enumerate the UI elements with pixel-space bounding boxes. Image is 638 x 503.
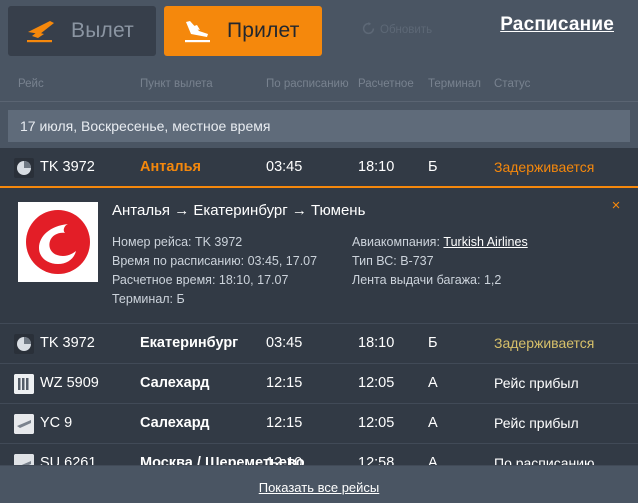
cell-terminal: Б	[428, 335, 438, 351]
flight-detail-panel: × Анталья → Екатеринбург → Тюмень Номер …	[0, 188, 638, 324]
cell-estimated: 12:05	[358, 375, 395, 391]
airline-logo-icon	[14, 454, 34, 465]
footer: Показать все рейсы	[0, 472, 638, 503]
cell-terminal: А	[428, 455, 438, 466]
schedule-link[interactable]: Расписание	[500, 14, 614, 36]
show-all-flights-link[interactable]: Показать все рейсы	[259, 480, 380, 495]
cell-flight: SU 6261	[40, 455, 97, 466]
airline-logo-icon	[14, 158, 34, 178]
cell-scheduled: 12:15	[266, 375, 303, 391]
airline-logo-icon	[14, 334, 34, 354]
cell-estimated: 12:58	[358, 455, 395, 466]
table-row[interactable]: SU 6261 Москва / Шереметьево 12:10 12:58…	[0, 444, 638, 466]
cell-status: Рейс прибыл	[494, 375, 579, 391]
cell-destination: Салехард	[140, 415, 210, 431]
detail-scheduled-time: Время по расписанию: 03:45, 17.07	[112, 254, 318, 268]
flight-list: TK 3972 Анталья 03:45 18:10 Б Задерживае…	[0, 148, 638, 466]
arrival-plane-icon	[180, 16, 216, 46]
cell-status: Задерживается	[494, 159, 595, 175]
close-icon[interactable]: ×	[608, 198, 624, 214]
detail-terminal: Терминал: Б	[112, 292, 185, 306]
airline-logo-icon	[14, 374, 34, 394]
table-row[interactable]: YC 9 Салехард 12:15 12:05 А Рейс прибыл	[0, 404, 638, 444]
column-header-origin: Пункт вылета	[140, 78, 213, 90]
cell-status: Задерживается	[494, 335, 595, 351]
cell-flight: WZ 5909	[40, 375, 99, 391]
refresh-icon	[362, 22, 375, 38]
cell-estimated: 12:05	[358, 415, 395, 431]
refresh-button[interactable]: Обновить	[362, 22, 432, 38]
date-bar: 17 июля, Воскресенье, местное время	[8, 110, 630, 142]
detail-left-column: Номер рейса: TK 3972 Время по расписанию…	[112, 233, 352, 309]
cell-destination: Анталья	[140, 159, 201, 175]
column-header-estimated: Расчетное	[358, 78, 414, 90]
cell-destination: Салехард	[140, 375, 210, 391]
tab-arrivals[interactable]: Прилет	[163, 6, 322, 56]
column-headers: Рейс Пункт вылета По расписанию Расчетно…	[0, 70, 638, 102]
detail-baggage-belt: Лента выдачи багажа: 1,2	[352, 273, 502, 287]
flight-board-app: Вылет Прилет Обновить Расписание Рейс Пу…	[0, 0, 638, 503]
detail-estimated-time: Расчетное время: 18:10, 17.07	[112, 273, 289, 287]
airline-logo-large-icon	[18, 202, 98, 282]
table-row[interactable]: TK 3972 Екатеринбург 03:45 18:10 Б Задер…	[0, 324, 638, 364]
cell-flight: YC 9	[40, 415, 73, 431]
tab-departures-label: Вылет	[71, 19, 134, 42]
cell-scheduled: 03:45	[266, 159, 303, 175]
cell-scheduled: 03:45	[266, 335, 303, 351]
departure-plane-icon	[24, 16, 60, 46]
tab-arrivals-label: Прилет	[226, 19, 300, 42]
cell-scheduled: 12:15	[266, 415, 303, 431]
cell-destination: Екатеринбург	[140, 335, 239, 351]
detail-aircraft-type: Тип ВС: B-737	[352, 254, 434, 268]
detail-airline-link[interactable]: Turkish Airlines	[443, 235, 527, 249]
cell-flight: TK 3972	[40, 335, 95, 351]
cell-status: Рейс прибыл	[494, 415, 579, 431]
column-header-scheduled: По расписанию	[266, 78, 349, 90]
detail-route: Анталья → Екатеринбург → Тюмень	[112, 202, 366, 219]
cell-terminal: А	[428, 375, 438, 391]
header: Вылет Прилет Обновить Расписание	[0, 0, 638, 70]
detail-airline-label: Авиакомпания:	[352, 235, 440, 249]
table-row[interactable]: WZ 5909 Салехард 12:15 12:05 А Рейс приб…	[0, 364, 638, 404]
column-header-terminal: Терминал	[428, 78, 481, 90]
table-row[interactable]: TK 3972 Анталья 03:45 18:10 Б Задерживае…	[0, 148, 638, 188]
cell-estimated: 18:10	[358, 159, 395, 175]
detail-right-column: Авиакомпания: Turkish Airlines Тип ВС: B…	[352, 233, 528, 309]
cell-status: По расписанию	[494, 455, 595, 466]
column-header-status: Статус	[494, 78, 531, 90]
column-header-flight: Рейс	[18, 78, 44, 90]
mode-tabs: Вылет Прилет	[8, 6, 322, 56]
cell-flight: TK 3972	[40, 159, 95, 175]
airline-logo-icon	[14, 414, 34, 434]
tab-departures[interactable]: Вылет	[8, 6, 156, 56]
detail-flight-number: Номер рейса: TK 3972	[112, 235, 243, 249]
cell-terminal: А	[428, 415, 438, 431]
detail-airline-row: Авиакомпания: Turkish Airlines	[352, 233, 528, 252]
cell-terminal: Б	[428, 159, 438, 175]
refresh-label: Обновить	[380, 24, 433, 36]
cell-estimated: 18:10	[358, 335, 395, 351]
cell-scheduled: 12:10	[266, 455, 303, 466]
